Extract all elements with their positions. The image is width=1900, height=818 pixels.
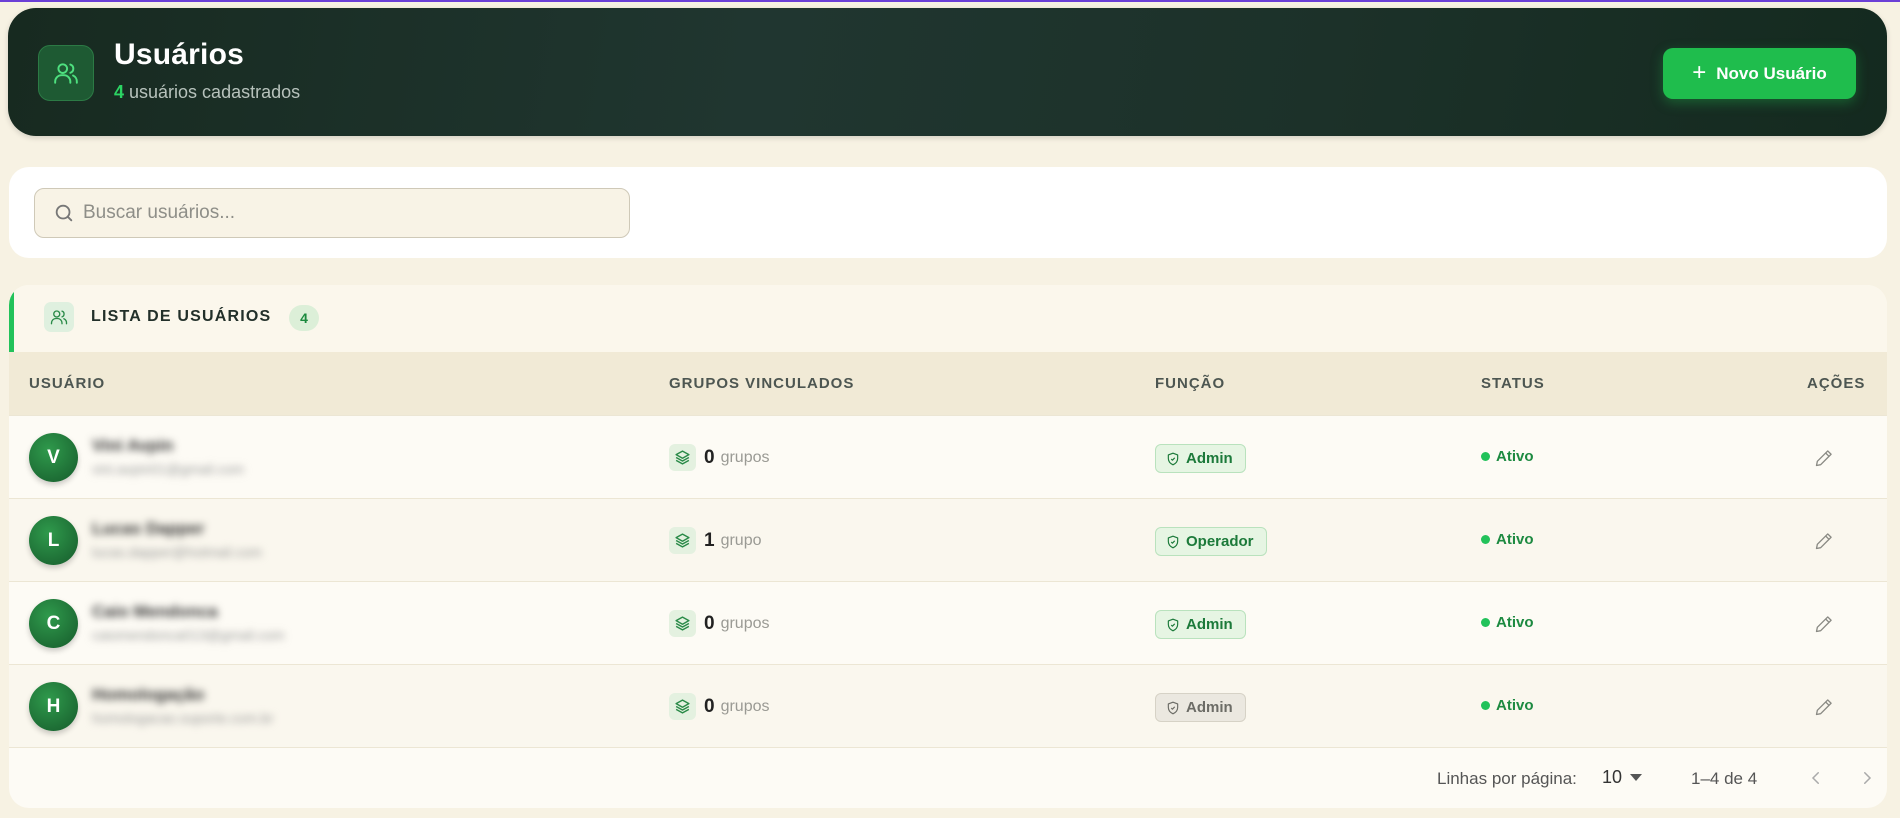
avatar: C (29, 599, 78, 648)
pencil-icon (1815, 450, 1832, 467)
edit-button[interactable] (1811, 445, 1837, 471)
group-label: grupo (720, 531, 762, 549)
layers-icon (669, 693, 696, 720)
search-input[interactable] (83, 202, 603, 224)
status-badge: Ativo (1481, 697, 1534, 714)
pencil-icon (1815, 533, 1832, 550)
search-box[interactable] (34, 188, 630, 238)
user-count: 4 (114, 82, 125, 102)
status-badge: Ativo (1481, 531, 1534, 548)
status-badge: Ativo (1481, 448, 1534, 465)
status-label: Ativo (1496, 531, 1534, 548)
rows-per-page-select[interactable]: 10 (1602, 767, 1643, 788)
pencil-icon (1815, 699, 1832, 716)
status-dot (1481, 701, 1490, 710)
status-badge: Ativo (1481, 614, 1534, 631)
users-icon (44, 302, 74, 332)
user-email: vini.avpin01@gmail.com (92, 461, 244, 477)
group-count: 0 grupos (669, 610, 770, 637)
shield-icon (1167, 535, 1179, 548)
list-header: LISTA DE USUÁRIOS 4 (9, 285, 1887, 352)
column-header-role: FUNÇÃO (1155, 375, 1226, 392)
status-dot (1481, 535, 1490, 544)
column-header-groups: GRUPOS VINCULADOS (669, 375, 855, 392)
page-range: 1–4 de 4 (1691, 769, 1758, 788)
group-label: grupos (720, 614, 770, 632)
shield-icon (1167, 701, 1179, 714)
layers-icon (669, 610, 696, 637)
user-email: caiomendonca013@gmail.com (92, 627, 285, 643)
role-badge: Admin (1155, 610, 1246, 639)
group-number: 1 (704, 529, 715, 551)
group-number: 0 (704, 695, 715, 717)
table-row: V Vini Avpin vini.avpin01@gmail.com 0 gr… (9, 415, 1887, 498)
avatar: V (29, 433, 78, 482)
avatar: L (29, 516, 78, 565)
table-row: L Lucas Dapper lucas.dapper@hotmail.com … (9, 498, 1887, 581)
user-email: homologacao.suporte.com.br (92, 710, 274, 726)
role-label: Admin (1186, 699, 1233, 716)
group-count: 1 grupo (669, 527, 762, 554)
pagination: Linhas por página: 10 1–4 de 4 (9, 747, 1887, 808)
status-label: Ativo (1496, 697, 1534, 714)
status-label: Ativo (1496, 448, 1534, 465)
column-header-actions: AÇÕES (1807, 375, 1866, 392)
user-name: Lucas Dapper (92, 519, 205, 538)
edit-button[interactable] (1811, 694, 1837, 720)
role-badge: Admin (1155, 444, 1246, 473)
search-icon (53, 202, 75, 224)
user-list-card: LISTA DE USUÁRIOS 4 USUÁRIO GRUPOS VINCU… (9, 285, 1887, 808)
list-count-badge: 4 (289, 305, 319, 331)
page-title: Usuários (114, 38, 244, 71)
page-header: Usuários 4 usuários cadastrados + Novo Us… (8, 8, 1887, 136)
layers-icon (669, 527, 696, 554)
caret-down-icon (1630, 774, 1643, 781)
avatar: H (29, 682, 78, 731)
list-title: LISTA DE USUÁRIOS (91, 308, 272, 325)
role-badge: Admin (1155, 693, 1246, 722)
role-label: Admin (1186, 450, 1233, 467)
shield-icon (1167, 618, 1179, 631)
users-icon (38, 45, 94, 101)
user-name: Caio Mendonca (92, 602, 218, 621)
role-badge: Operador (1155, 527, 1267, 556)
new-user-button[interactable]: + Novo Usuário (1663, 48, 1856, 99)
column-header-user: USUÁRIO (29, 375, 106, 392)
next-page-button[interactable] (1855, 765, 1879, 791)
table-row: H Homologação homologacao.suporte.com.br… (9, 664, 1887, 747)
column-header-status: STATUS (1481, 375, 1545, 392)
previous-page-button[interactable] (1804, 765, 1828, 791)
table-header: USUÁRIO GRUPOS VINCULADOS FUNÇÃO STATUS … (9, 352, 1887, 415)
chevron-right-icon (1864, 772, 1872, 784)
user-name: Vini Avpin (92, 436, 174, 455)
subtitle-text: usuários cadastrados (129, 82, 301, 102)
group-number: 0 (704, 446, 715, 468)
shield-icon (1167, 452, 1179, 465)
group-number: 0 (704, 612, 715, 634)
status-label: Ativo (1496, 614, 1534, 631)
layers-icon (669, 444, 696, 471)
group-count: 0 grupos (669, 693, 770, 720)
rows-per-page-value: 10 (1602, 767, 1623, 787)
role-label: Operador (1186, 533, 1254, 550)
user-count-subtitle: 4 usuários cadastrados (114, 82, 300, 103)
rows-per-page-label: Linhas por página: (1437, 769, 1577, 788)
new-user-label: Novo Usuário (1716, 63, 1827, 83)
pencil-icon (1815, 616, 1832, 633)
top-accent-line (0, 0, 1900, 2)
group-label: grupos (720, 448, 770, 466)
edit-button[interactable] (1811, 528, 1837, 554)
edit-button[interactable] (1811, 611, 1837, 637)
plus-icon: + (1692, 58, 1707, 86)
group-label: grupos (720, 697, 770, 715)
status-dot (1481, 452, 1490, 461)
role-label: Admin (1186, 616, 1233, 633)
table-row: C Caio Mendonca caiomendonca013@gmail.co… (9, 581, 1887, 664)
chevron-left-icon (1811, 772, 1819, 784)
user-name: Homologação (92, 685, 205, 704)
search-card (9, 167, 1887, 258)
status-dot (1481, 618, 1490, 627)
group-count: 0 grupos (669, 444, 770, 471)
user-email: lucas.dapper@hotmail.com (92, 544, 262, 560)
